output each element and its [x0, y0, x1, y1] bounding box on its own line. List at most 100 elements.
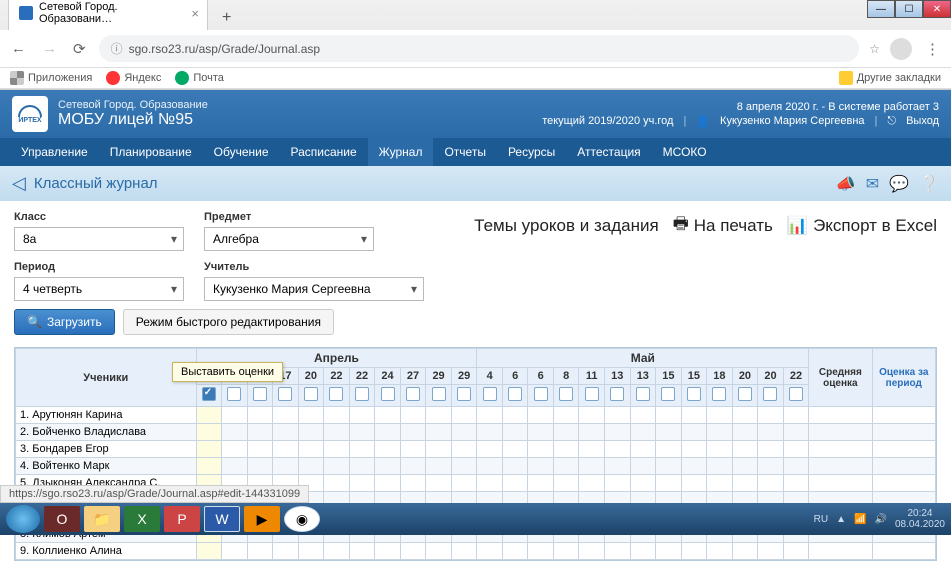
period-cell[interactable]: [872, 424, 936, 441]
grade-cell[interactable]: [528, 475, 554, 492]
day-checkbox-cell[interactable]: [681, 385, 707, 407]
grade-cell[interactable]: [196, 407, 222, 424]
taskbar-chrome-icon[interactable]: ◉: [284, 506, 320, 532]
day-header[interactable]: 13: [630, 368, 656, 385]
browser-tab[interactable]: Сетевой Город. Образовани… ×: [8, 0, 208, 30]
grade-cell[interactable]: [426, 424, 452, 441]
grade-cell[interactable]: [707, 441, 733, 458]
grade-cell[interactable]: [502, 407, 528, 424]
grade-cell[interactable]: [400, 424, 426, 441]
grade-cell[interactable]: [502, 543, 528, 560]
grade-cell[interactable]: [630, 475, 656, 492]
grade-cell[interactable]: [349, 407, 375, 424]
day-checkbox[interactable]: [432, 387, 446, 401]
nav-item-3[interactable]: Расписание: [280, 138, 368, 166]
day-checkbox[interactable]: [406, 387, 420, 401]
grade-cell[interactable]: [477, 543, 503, 560]
back-icon[interactable]: ←: [8, 38, 29, 59]
day-checkbox[interactable]: [304, 387, 318, 401]
bookmark-star-icon[interactable]: ☆: [869, 42, 880, 56]
window-maximize-button[interactable]: ☐: [895, 0, 923, 18]
grade-cell[interactable]: [375, 407, 401, 424]
student-name-cell[interactable]: 2. Бойченко Владислава: [16, 424, 197, 441]
day-header[interactable]: 13: [605, 368, 631, 385]
taskbar-word-icon[interactable]: W: [204, 506, 240, 532]
day-checkbox-cell[interactable]: [477, 385, 503, 407]
grade-cell[interactable]: [528, 407, 554, 424]
grade-cell[interactable]: [400, 458, 426, 475]
day-checkbox[interactable]: [763, 387, 777, 401]
day-checkbox[interactable]: [329, 387, 343, 401]
day-checkbox-cell[interactable]: [528, 385, 554, 407]
grade-cell[interactable]: [656, 407, 682, 424]
day-checkbox[interactable]: [636, 387, 650, 401]
grade-cell[interactable]: [349, 543, 375, 560]
grade-cell[interactable]: [707, 543, 733, 560]
grade-cell[interactable]: [247, 407, 273, 424]
grade-cell[interactable]: [451, 543, 477, 560]
other-bookmarks[interactable]: Другие закладки: [839, 71, 941, 85]
tab-close-icon[interactable]: ×: [191, 6, 199, 21]
grade-cell[interactable]: [451, 475, 477, 492]
grade-cell[interactable]: [528, 424, 554, 441]
grade-cell[interactable]: [273, 441, 299, 458]
grade-cell[interactable]: [732, 458, 758, 475]
grade-cell[interactable]: [324, 458, 350, 475]
teacher-select[interactable]: Кукузенко Мария Сергеевна: [204, 277, 424, 301]
grade-cell[interactable]: [681, 543, 707, 560]
grade-cell[interactable]: [349, 424, 375, 441]
day-header[interactable]: 15: [656, 368, 682, 385]
day-checkbox[interactable]: [227, 387, 241, 401]
day-header[interactable]: 20: [758, 368, 784, 385]
day-header[interactable]: 11: [579, 368, 605, 385]
day-checkbox[interactable]: [483, 387, 497, 401]
tray-network-icon[interactable]: 📶: [854, 514, 866, 525]
day-checkbox-cell[interactable]: [758, 385, 784, 407]
grade-cell[interactable]: [553, 441, 579, 458]
grade-cell[interactable]: [375, 543, 401, 560]
student-name-cell[interactable]: 9. Коллиенко Алина: [16, 543, 197, 560]
day-checkbox-cell[interactable]: [273, 385, 299, 407]
grade-cell[interactable]: [426, 543, 452, 560]
grade-cell[interactable]: [451, 407, 477, 424]
grade-cell[interactable]: [247, 441, 273, 458]
day-checkbox[interactable]: [381, 387, 395, 401]
grade-cell[interactable]: [247, 424, 273, 441]
grade-cell[interactable]: [605, 407, 631, 424]
export-link[interactable]: 📊Экспорт в Excel: [787, 216, 937, 236]
day-checkbox[interactable]: [278, 387, 292, 401]
grade-cell[interactable]: [681, 407, 707, 424]
day-checkbox-cell[interactable]: [630, 385, 656, 407]
grade-cell[interactable]: [707, 458, 733, 475]
day-header[interactable]: 27: [400, 368, 426, 385]
grade-cell[interactable]: [273, 407, 299, 424]
grade-cell[interactable]: [426, 458, 452, 475]
day-checkbox[interactable]: [559, 387, 573, 401]
day-checkbox[interactable]: [508, 387, 522, 401]
day-checkbox[interactable]: [661, 387, 675, 401]
day-checkbox-cell[interactable]: [579, 385, 605, 407]
grade-cell[interactable]: [783, 424, 809, 441]
nav-item-0[interactable]: Управление: [10, 138, 99, 166]
grade-cell[interactable]: [502, 458, 528, 475]
grade-cell[interactable]: [732, 424, 758, 441]
day-header[interactable]: 29: [451, 368, 477, 385]
chat-icon[interactable]: 💬: [889, 174, 909, 194]
grade-cell[interactable]: [426, 441, 452, 458]
grade-cell[interactable]: [630, 543, 656, 560]
grade-cell[interactable]: [298, 543, 324, 560]
grade-cell[interactable]: [196, 441, 222, 458]
grade-cell[interactable]: [400, 407, 426, 424]
grade-cell[interactable]: [732, 407, 758, 424]
grade-cell[interactable]: [502, 424, 528, 441]
grade-cell[interactable]: [477, 441, 503, 458]
taskbar-clock[interactable]: 20:24 08.04.2020: [895, 508, 945, 530]
taskbar-lang[interactable]: RU: [814, 514, 828, 525]
grade-cell[interactable]: [553, 424, 579, 441]
grade-cell[interactable]: [758, 441, 784, 458]
period-cell[interactable]: [872, 458, 936, 475]
taskbar-opera-icon[interactable]: O: [44, 506, 80, 532]
grade-cell[interactable]: [605, 543, 631, 560]
period-cell[interactable]: [872, 407, 936, 424]
grade-cell[interactable]: [681, 424, 707, 441]
